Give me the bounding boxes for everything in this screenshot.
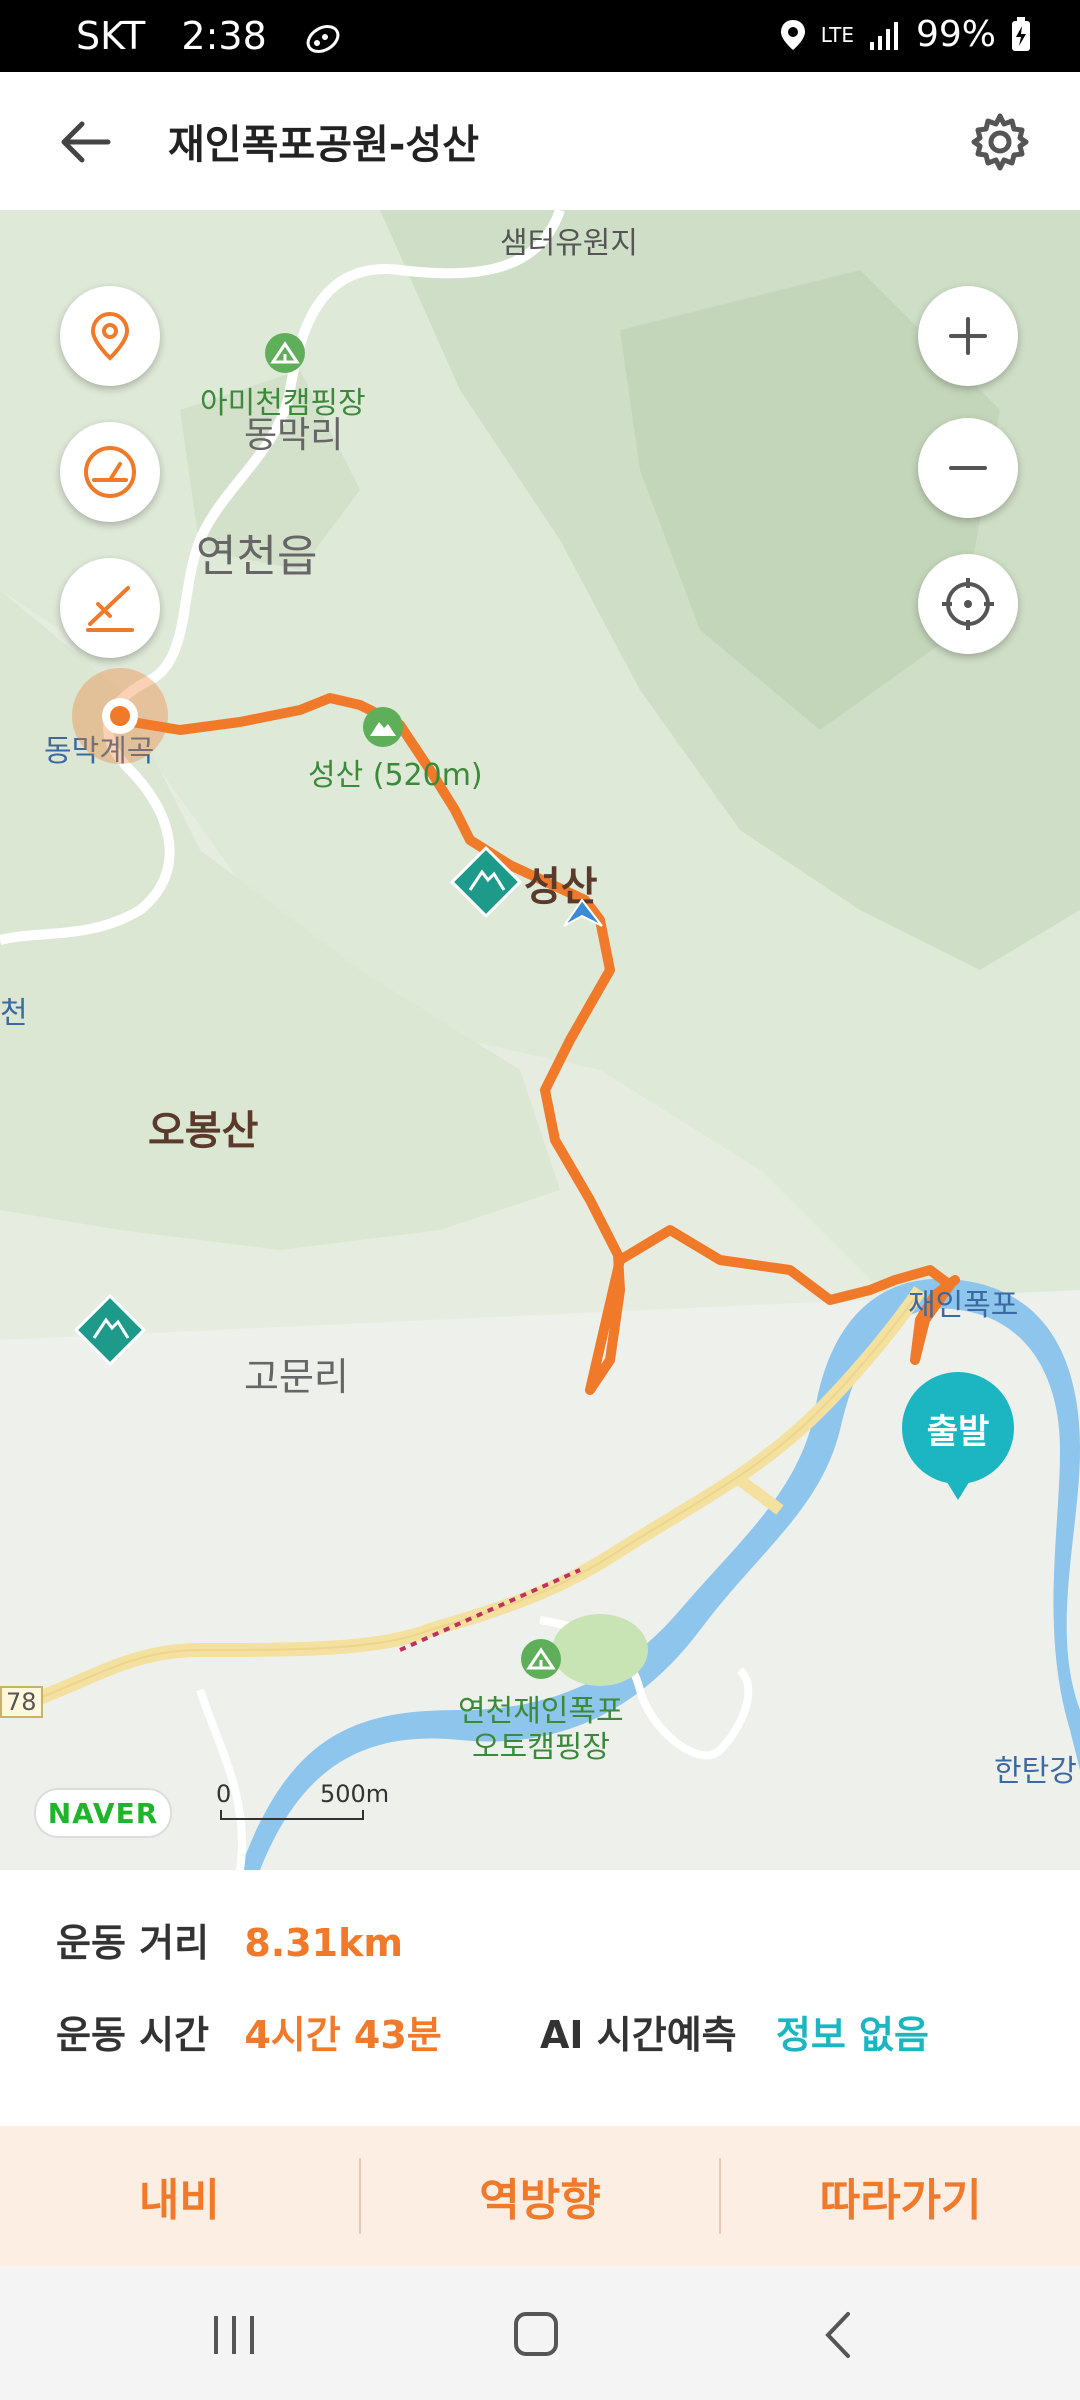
zoom-out-button[interactable] [918, 418, 1018, 518]
map-label-obongsan: 오봉산 [148, 1108, 259, 1154]
clock: 2:38 [181, 14, 267, 58]
reverse-button[interactable]: 역방향 [361, 2126, 720, 2266]
map-label-cheon: 천 [0, 996, 28, 1031]
location-icon [780, 19, 805, 50]
road-number-badge: 78 [0, 1686, 43, 1718]
navi-button[interactable]: 내비 [0, 2126, 359, 2266]
map-label-gomun: 고문리 [244, 1355, 349, 1399]
system-nav-bar [0, 2266, 1080, 2400]
speedometer-icon [84, 446, 136, 498]
scale-distance: 500m [320, 1780, 390, 1808]
time-label: 운동 시간 [56, 2013, 210, 2057]
trail-marker-icon [563, 898, 603, 927]
back-arrow-icon [61, 121, 111, 163]
map-label-camping-2: 오토캠핑장 [472, 1730, 610, 1765]
map-label-dongmak: 동막리 [244, 415, 344, 456]
gear-icon [971, 113, 1029, 171]
map-scale: 0 500m [216, 1780, 389, 1820]
back-icon [825, 2312, 850, 2358]
time-row: 운동 시간 4시간 43분 [56, 2004, 442, 2059]
elevation-icon [86, 586, 134, 632]
map-label-hantan: 한탄강 [994, 1754, 1077, 1789]
recenter-button[interactable] [918, 554, 1018, 654]
scale-bar [220, 1810, 364, 1820]
start-marker-label: 출발 [902, 1372, 1014, 1484]
scale-zero: 0 [216, 1780, 232, 1808]
map-view[interactable]: 샘터유원지 아미천캠핑장 동막리 연천읍 동막계곡 성산 (520m) 성산 천… [0, 210, 1080, 1870]
speed-button[interactable] [60, 422, 160, 522]
mountain-marker-obongsan [73, 1293, 147, 1367]
zoom-out-icon [949, 466, 987, 470]
camping-icon [265, 333, 305, 373]
distance-value: 8.31km [244, 1921, 403, 1965]
settings-button[interactable] [960, 102, 1040, 182]
battery-charging-icon [1012, 16, 1030, 51]
action-bar: 내비 역방향 따라가기 [0, 2126, 1080, 2266]
system-back-button[interactable] [800, 2300, 880, 2370]
start-marker[interactable]: 출발 [902, 1372, 1016, 1512]
map-label-samteo: 샘터유원지 [500, 226, 638, 261]
pin-tail [942, 1474, 974, 1500]
battery-percent: 99% [915, 14, 996, 55]
crosshair-icon [942, 578, 994, 630]
ai-label: AI 시간예측 [540, 2013, 737, 2057]
status-right: LTE 99% [779, 14, 1032, 55]
ai-value: 정보 없음 [775, 2013, 929, 2057]
map-label-yeoncheon: 연천읍 [196, 531, 318, 582]
map-label-seongsan-elev: 성산 (520m) [308, 758, 483, 793]
stats-panel: 운동 거리 8.31km 운동 시간 4시간 43분 AI 시간예측 정보 없음 [0, 1870, 1080, 2126]
mountain-marker-seongsan [449, 845, 523, 919]
status-left: SKT 2:38 [76, 14, 343, 58]
ai-row: AI 시간예측 정보 없음 [540, 2004, 929, 2059]
home-icon [514, 2312, 558, 2356]
summit-icon-small [363, 707, 403, 747]
my-location-button[interactable] [60, 286, 160, 386]
network-type: LTE [820, 22, 854, 47]
zoom-in-icon [949, 317, 987, 355]
page-title: 재인폭포공원-성산 [168, 122, 480, 168]
location-pin-icon [90, 311, 130, 361]
back-button[interactable] [56, 106, 136, 176]
carrier-label: SKT [76, 14, 146, 58]
home-button[interactable] [496, 2300, 576, 2370]
elevation-button[interactable] [60, 558, 160, 658]
signal-icon [869, 21, 898, 50]
distance-label: 운동 거리 [56, 1921, 210, 1965]
naver-logo: NAVER [34, 1788, 172, 1838]
distance-row: 운동 거리 8.31km [56, 1912, 403, 1967]
header: 재인폭포공원-성산 [0, 72, 1080, 210]
current-location-marker [72, 668, 168, 764]
running-icon [306, 24, 340, 53]
status-bar: SKT 2:38 LTE 99% [0, 0, 1080, 72]
zoom-in-button[interactable] [918, 286, 1018, 386]
time-value: 4시간 43분 [244, 2013, 442, 2057]
recent-apps-button[interactable] [194, 2300, 274, 2370]
follow-button[interactable]: 따라가기 [721, 2126, 1080, 2266]
recent-apps-icon [214, 2316, 254, 2354]
map-label-jaein: 재인폭포 [908, 1288, 1019, 1323]
camping-icon-2 [521, 1639, 561, 1679]
